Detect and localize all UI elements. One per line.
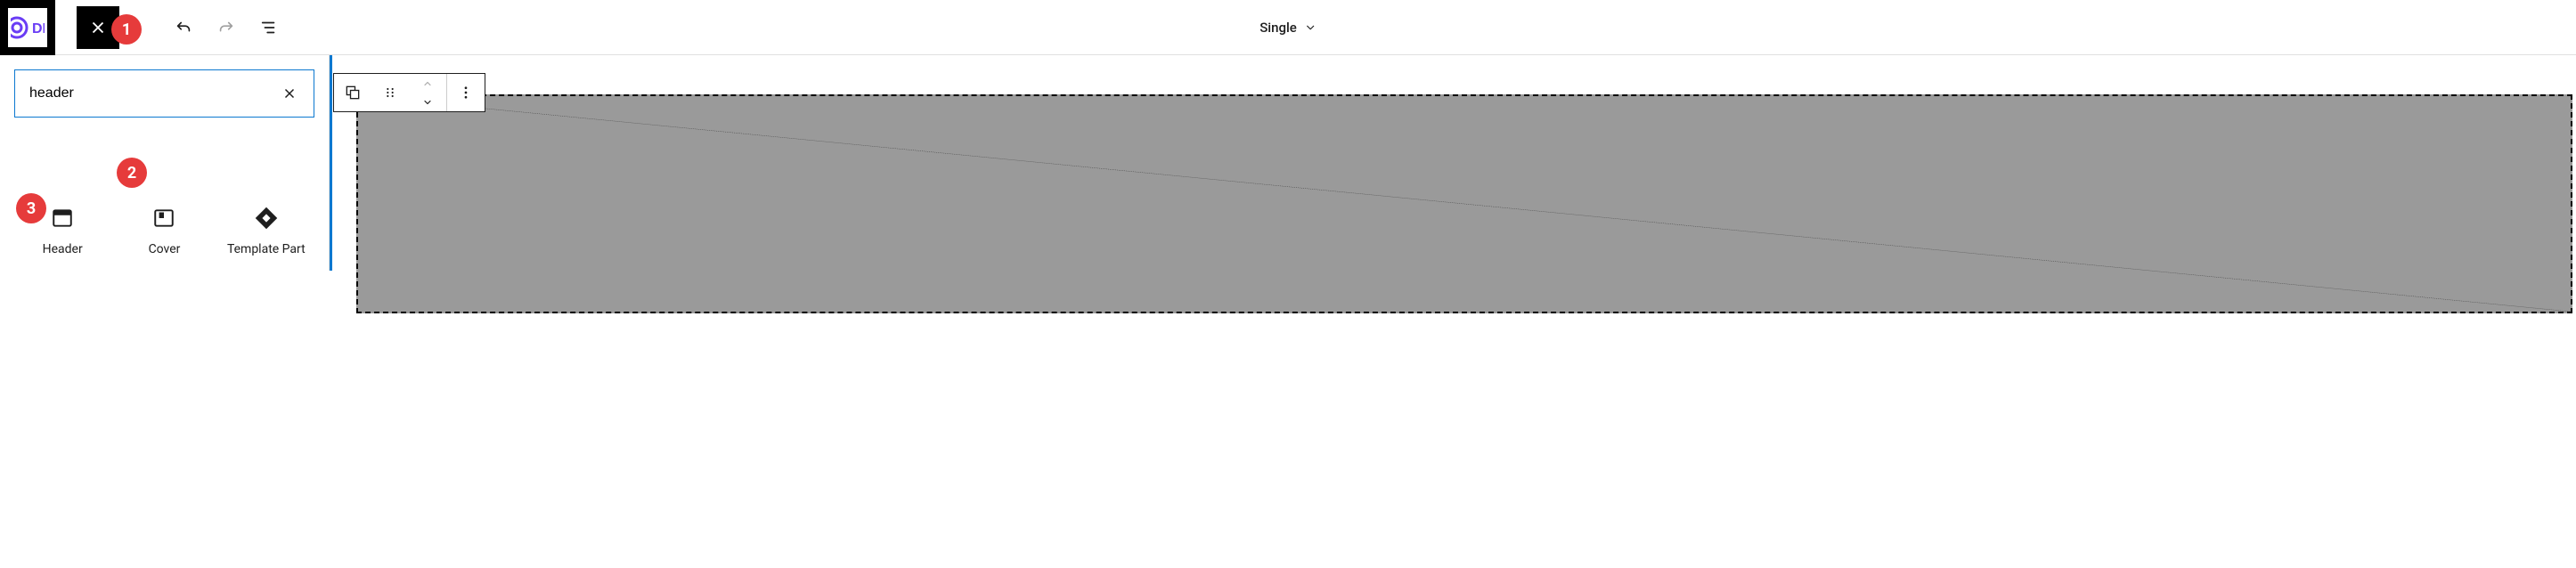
block-type-icon	[344, 84, 362, 101]
block-search-input[interactable]	[14, 69, 314, 118]
document-overview-button[interactable]	[253, 12, 285, 44]
step-badge-3: 3	[16, 193, 46, 223]
svg-text:DI: DI	[32, 21, 45, 37]
block-type-button[interactable]	[334, 74, 371, 111]
block-result-label: Template Part	[227, 242, 306, 256]
step-badge-2: 2	[117, 158, 147, 188]
list-view-icon	[259, 18, 279, 37]
undo-button[interactable]	[167, 12, 200, 44]
block-result-label: Header	[43, 242, 83, 256]
header-block-icon	[51, 207, 74, 230]
drag-handle-icon	[383, 85, 397, 100]
move-up-button[interactable]	[409, 74, 446, 93]
site-logo-button[interactable]: DI	[0, 0, 55, 55]
block-result-template-part[interactable]: Template Part	[218, 203, 314, 256]
move-down-button[interactable]	[409, 93, 446, 111]
template-name-label: Single	[1259, 20, 1297, 36]
block-result-cover[interactable]: Cover	[116, 203, 212, 256]
editor-canvas[interactable]	[330, 55, 2576, 271]
cover-block-icon	[152, 207, 175, 230]
template-part-block-icon	[255, 207, 278, 230]
block-result-label: Cover	[149, 242, 181, 256]
block-toolbar	[333, 73, 485, 112]
redo-button[interactable]	[210, 12, 242, 44]
more-vertical-icon	[458, 85, 474, 101]
step-badge-1: 1	[111, 14, 142, 45]
placeholder-diagonal	[358, 96, 2571, 312]
chevron-down-icon	[1304, 21, 1317, 34]
close-icon	[88, 18, 108, 37]
block-options-button[interactable]	[447, 74, 485, 111]
chevron-up-icon	[422, 78, 433, 89]
drag-handle-button[interactable]	[371, 74, 409, 111]
chevron-down-icon	[422, 97, 433, 108]
site-logo: DI	[8, 8, 47, 47]
close-icon	[281, 85, 298, 101]
undo-icon	[174, 18, 193, 37]
selected-block-placeholder[interactable]	[356, 94, 2572, 313]
redo-icon	[216, 18, 236, 37]
editor-topbar: DI 1 Single	[0, 0, 2576, 55]
template-switcher[interactable]: Single	[1259, 20, 1317, 36]
block-inserter-panel: 2 Header Cover Template Part 3	[0, 55, 330, 271]
clear-search-button[interactable]	[273, 77, 306, 110]
